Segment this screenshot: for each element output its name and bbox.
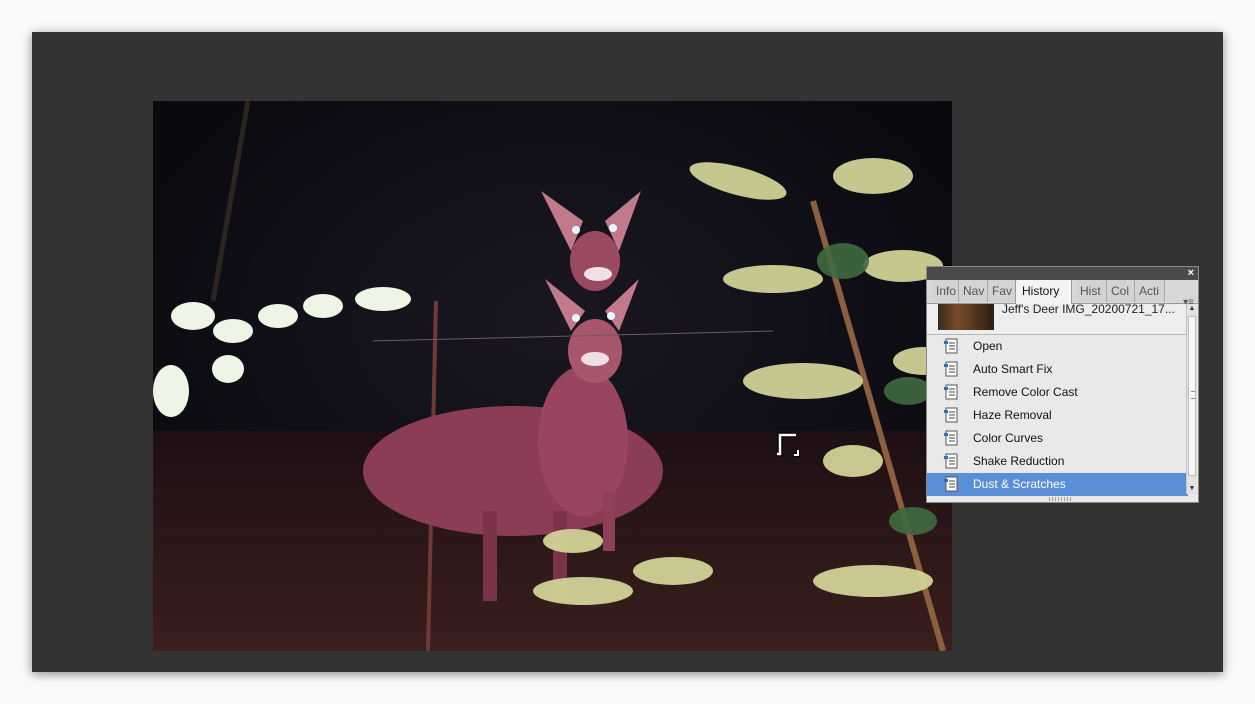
history-item-label: Open xyxy=(973,339,1003,353)
scroll-grip xyxy=(1191,391,1195,399)
tab-info[interactable]: Info xyxy=(932,280,959,302)
history-item-haze-removal[interactable]: Haze Removal xyxy=(927,404,1188,427)
history-state-icon xyxy=(944,407,958,423)
panel-titlebar[interactable]: × xyxy=(927,267,1198,280)
history-scrollbar[interactable]: ▲ ▼ xyxy=(1186,304,1197,494)
history-state-icon xyxy=(944,476,958,492)
close-icon[interactable]: × xyxy=(1188,267,1194,280)
panel-tabs: Info Nav Fav History Hist Col Acti ▾≡ xyxy=(927,280,1198,308)
panel-resize-grip[interactable] xyxy=(1049,497,1071,501)
scroll-down-icon[interactable]: ▼ xyxy=(1187,484,1197,494)
history-item-open[interactable]: Open xyxy=(927,335,1188,358)
history-item-shake-reduction[interactable]: Shake Reduction xyxy=(927,450,1188,473)
history-item-color-curves[interactable]: Color Curves xyxy=(927,427,1188,450)
history-state-icon xyxy=(944,430,958,446)
history-state-icon xyxy=(944,338,958,354)
history-item-label: Dust & Scratches xyxy=(973,477,1066,491)
history-item-auto-smart-fix[interactable]: Auto Smart Fix xyxy=(927,358,1188,381)
history-item-label: Shake Reduction xyxy=(973,454,1065,468)
history-state-icon xyxy=(944,453,958,469)
snapshot-label: Jeff's Deer IMG_20200721_17... xyxy=(1002,302,1175,316)
canvas-photo[interactable] xyxy=(153,101,952,651)
snapshot-thumbnail xyxy=(938,304,994,330)
tab-navigator[interactable]: Nav xyxy=(959,280,988,302)
history-list: Open Auto Smart Fix Remove Color Cast Ha… xyxy=(927,335,1188,496)
scroll-thumb[interactable] xyxy=(1188,316,1196,476)
history-item-remove-color-cast[interactable]: Remove Color Cast xyxy=(927,381,1188,404)
history-snapshot[interactable]: Jeff's Deer IMG_20200721_17... xyxy=(927,302,1188,335)
deer-photo-image xyxy=(153,101,952,651)
busy-cursor-icon xyxy=(777,432,800,457)
history-state-icon xyxy=(944,361,958,377)
history-item-label: Haze Removal xyxy=(973,408,1052,422)
history-state-icon xyxy=(944,384,958,400)
history-item-dust-scratches[interactable]: Dust & Scratches xyxy=(927,473,1188,496)
tab-actions[interactable]: Acti xyxy=(1135,280,1165,302)
tab-favorites[interactable]: Fav xyxy=(988,280,1016,302)
history-panel: × Info Nav Fav History Hist Col Acti ▾≡ … xyxy=(926,266,1199,503)
tab-histogram[interactable]: Hist xyxy=(1076,280,1107,302)
history-item-label: Auto Smart Fix xyxy=(973,362,1053,376)
tab-color[interactable]: Col xyxy=(1107,280,1135,302)
tab-history[interactable]: History xyxy=(1015,280,1072,304)
history-item-label: Color Curves xyxy=(973,431,1044,445)
history-item-label: Remove Color Cast xyxy=(973,385,1078,399)
scroll-up-icon[interactable]: ▲ xyxy=(1187,304,1197,314)
